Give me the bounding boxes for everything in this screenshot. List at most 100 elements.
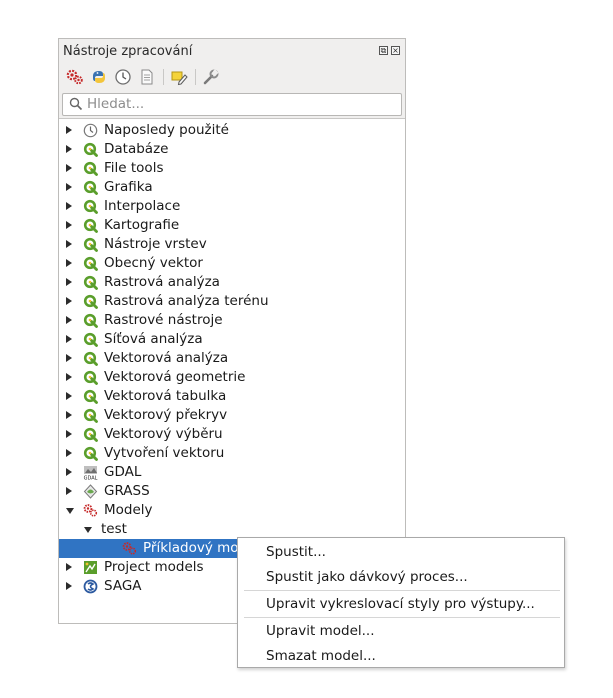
menu-item-run[interactable]: Spustit... bbox=[266, 544, 326, 560]
expand-arrow-right-icon[interactable] bbox=[66, 278, 72, 286]
tree-item[interactable]: Modely bbox=[59, 501, 405, 520]
tree-item-label: Kartografie bbox=[104, 217, 180, 233]
menu-item-run-batch[interactable]: Spustit jako dávkový proces... bbox=[266, 569, 468, 585]
tree-item[interactable]: Databáze bbox=[59, 140, 405, 159]
qgis-icon bbox=[83, 161, 98, 176]
tree-item-label: Vytvoření vektoru bbox=[104, 445, 225, 461]
tree-item[interactable]: Vektorová tabulka bbox=[59, 387, 405, 406]
tree-item-label: test bbox=[101, 521, 127, 537]
tree-item-label: Modely bbox=[104, 502, 153, 518]
tree-item[interactable]: Kartografie bbox=[59, 216, 405, 235]
tree-item[interactable]: Vektorová analýza bbox=[59, 349, 405, 368]
qgis-icon bbox=[83, 446, 98, 461]
expand-arrow-right-icon[interactable] bbox=[66, 202, 72, 210]
tree-item[interactable]: Grafika bbox=[59, 178, 405, 197]
tree-item-label: Rastrová analýza bbox=[104, 274, 220, 290]
toolbar-separator bbox=[163, 69, 164, 85]
tree-item[interactable]: GDAL GDAL bbox=[59, 463, 405, 482]
tree-item-label: Databáze bbox=[104, 141, 169, 157]
expand-arrow-right-icon[interactable] bbox=[66, 259, 72, 267]
tree-item[interactable]: Vektorový výběru bbox=[59, 425, 405, 444]
expand-arrow-right-icon[interactable] bbox=[66, 316, 72, 324]
tree-item-label: Vektorový překryv bbox=[104, 407, 228, 423]
menu-item-delete-model[interactable]: Smazat model... bbox=[266, 648, 376, 664]
tree-item-label: Síťová analýza bbox=[104, 331, 203, 347]
expand-arrow-right-icon[interactable] bbox=[66, 430, 72, 438]
tree-item[interactable]: Obecný vektor bbox=[59, 254, 405, 273]
tree-item[interactable]: Vytvoření vektoru bbox=[59, 444, 405, 463]
expand-arrow-right-icon[interactable] bbox=[66, 221, 72, 229]
tree-item[interactable]: Rastrová analýza bbox=[59, 273, 405, 292]
close-panel-button[interactable]: × bbox=[391, 46, 400, 55]
expand-arrow-down-icon[interactable] bbox=[84, 527, 92, 533]
saga-icon bbox=[83, 579, 98, 594]
tree-item-label: Interpolace bbox=[104, 198, 181, 214]
menu-item-edit-model[interactable]: Upravit model... bbox=[266, 623, 375, 639]
qgis-icon bbox=[83, 275, 98, 290]
expand-arrow-right-icon[interactable] bbox=[66, 487, 72, 495]
tree-item-label: Project models bbox=[104, 559, 204, 575]
expand-arrow-right-icon[interactable] bbox=[66, 373, 72, 381]
tree-item[interactable]: File tools bbox=[59, 159, 405, 178]
qgis-icon bbox=[83, 408, 98, 423]
options-wrench-icon[interactable] bbox=[201, 67, 221, 87]
search-icon bbox=[69, 97, 83, 115]
qgis-icon bbox=[83, 199, 98, 214]
panel-titlebar: Nástroje zpracování ⧉ × bbox=[59, 39, 405, 63]
model-icon bbox=[122, 541, 137, 556]
qgis-icon bbox=[83, 389, 98, 404]
menu-separator bbox=[244, 590, 560, 591]
menu-item-edit-output-styles[interactable]: Upravit vykreslovací styly pro výstupy..… bbox=[266, 596, 535, 612]
expand-arrow-right-icon[interactable] bbox=[66, 468, 72, 476]
expand-arrow-right-icon[interactable] bbox=[66, 411, 72, 419]
svg-text:GDAL: GDAL bbox=[84, 476, 98, 481]
gdal-icon: GDAL bbox=[83, 465, 98, 482]
tree-item[interactable]: Rastrové nástroje bbox=[59, 311, 405, 330]
tree-item[interactable]: Rastrová analýza terénu bbox=[59, 292, 405, 311]
expand-arrow-right-icon[interactable] bbox=[66, 297, 72, 305]
toolbox-toolbar bbox=[59, 63, 405, 91]
qgis-icon bbox=[83, 218, 98, 233]
models-gear-icon[interactable] bbox=[65, 67, 85, 87]
tree-item[interactable]: GRASS bbox=[59, 482, 405, 501]
tree-item[interactable]: Nástroje vrstev bbox=[59, 235, 405, 254]
project-models-icon bbox=[83, 560, 98, 575]
expand-arrow-right-icon[interactable] bbox=[66, 240, 72, 248]
expand-arrow-down-icon[interactable] bbox=[66, 508, 74, 514]
tree-item-label: Nástroje vrstev bbox=[104, 236, 207, 252]
tree-item-label: GRASS bbox=[104, 483, 150, 499]
tree-item[interactable]: Naposledy použité bbox=[59, 121, 405, 140]
python-scripts-icon[interactable] bbox=[89, 67, 109, 87]
expand-arrow-right-icon[interactable] bbox=[66, 183, 72, 191]
qgis-icon bbox=[83, 351, 98, 366]
edit-features-in-place-icon[interactable] bbox=[169, 67, 189, 87]
expand-arrow-right-icon[interactable] bbox=[66, 335, 72, 343]
expand-arrow-right-icon[interactable] bbox=[66, 392, 72, 400]
tree-item[interactable]: Síťová analýza bbox=[59, 330, 405, 349]
tree-item-label: GDAL bbox=[104, 464, 142, 480]
tree-item-label: Obecný vektor bbox=[104, 255, 203, 271]
expand-arrow-right-icon[interactable] bbox=[66, 354, 72, 362]
qgis-icon bbox=[83, 370, 98, 385]
menu-separator bbox=[244, 617, 560, 618]
history-clock-icon[interactable] bbox=[113, 67, 133, 87]
search-field[interactable] bbox=[62, 93, 402, 116]
float-panel-button[interactable]: ⧉ bbox=[379, 46, 388, 55]
tree-item-label: Vektorový výběru bbox=[104, 426, 223, 442]
qgis-icon bbox=[83, 237, 98, 252]
tree-item[interactable]: Vektorový překryv bbox=[59, 406, 405, 425]
expand-arrow-right-icon[interactable] bbox=[66, 145, 72, 153]
grass-icon bbox=[83, 484, 98, 499]
expand-arrow-right-icon[interactable] bbox=[66, 126, 72, 134]
tree-item[interactable]: Interpolace bbox=[59, 197, 405, 216]
tree-item[interactable]: Vektorová geometrie bbox=[59, 368, 405, 387]
qgis-icon bbox=[83, 180, 98, 195]
expand-arrow-right-icon[interactable] bbox=[66, 582, 72, 590]
tree-item-label: File tools bbox=[104, 160, 164, 176]
expand-arrow-right-icon[interactable] bbox=[66, 563, 72, 571]
tree-item-label: Grafika bbox=[104, 179, 153, 195]
expand-arrow-right-icon[interactable] bbox=[66, 449, 72, 457]
search-input[interactable] bbox=[87, 95, 387, 113]
expand-arrow-right-icon[interactable] bbox=[66, 164, 72, 172]
results-viewer-icon[interactable] bbox=[137, 67, 157, 87]
